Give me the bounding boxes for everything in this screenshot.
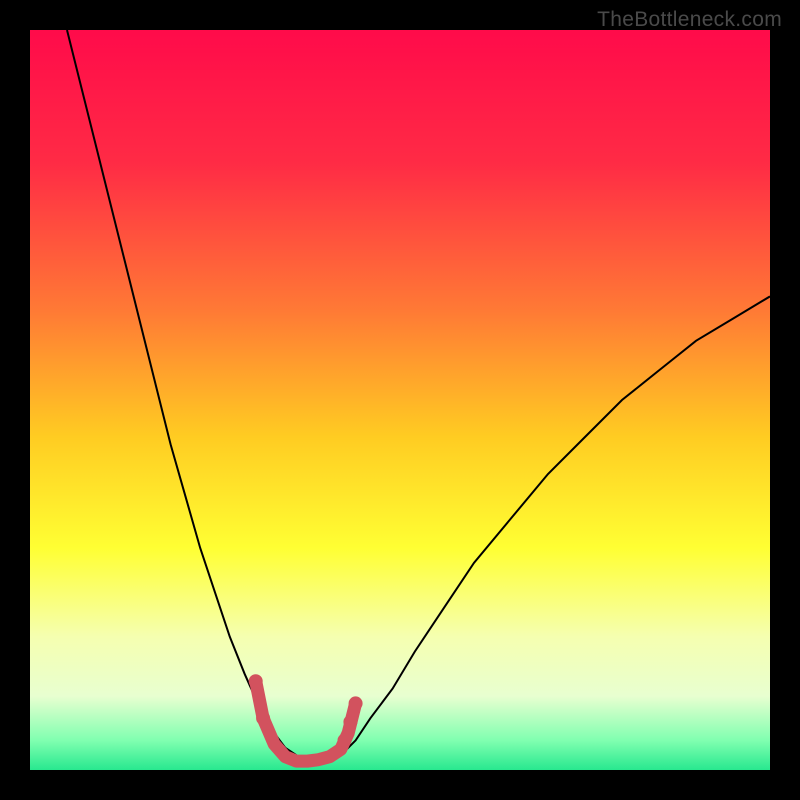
marker-dot bbox=[343, 715, 357, 729]
plot-area bbox=[30, 30, 770, 770]
chart-container: TheBottleneck.com bbox=[0, 0, 800, 800]
watermark-text: TheBottleneck.com bbox=[597, 8, 782, 32]
marker-dot bbox=[349, 696, 363, 710]
marker-dot bbox=[249, 674, 263, 688]
gradient-background bbox=[30, 30, 770, 770]
marker-dot bbox=[256, 711, 270, 725]
chart-svg bbox=[30, 30, 770, 770]
marker-dot bbox=[338, 733, 352, 747]
